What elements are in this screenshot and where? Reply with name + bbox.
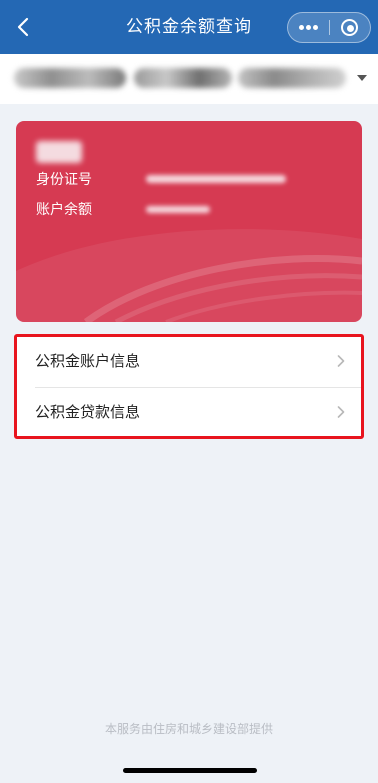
miniprogram-capsule xyxy=(287,12,371,43)
chevron-right-icon xyxy=(337,355,345,367)
provident-account-info-label: 公积金账户信息 xyxy=(35,352,141,370)
redacted-balance xyxy=(146,206,210,213)
chevron-right-icon xyxy=(337,406,345,418)
more-button[interactable] xyxy=(288,13,329,42)
account-card: 身份证号 账户余额 xyxy=(16,121,362,322)
id-number-label: 身份证号 xyxy=(36,172,92,188)
redacted-account-text xyxy=(14,68,126,88)
redacted-id-number xyxy=(146,175,286,183)
caret-down-icon xyxy=(357,75,367,81)
close-button[interactable] xyxy=(330,13,370,42)
service-provider-note: 本服务由住房和城乡建设部提供 xyxy=(104,722,273,736)
balance-label: 账户余额 xyxy=(36,202,92,218)
info-menu: 公积金账户信息 公积金贷款信息 xyxy=(14,334,364,439)
nav-bar: 公积金余额查询 xyxy=(0,0,378,54)
chevron-left-icon xyxy=(17,17,29,37)
provident-loan-info-item[interactable]: 公积金贷款信息 xyxy=(17,388,361,437)
redacted-holder-name xyxy=(36,141,82,163)
home-indicator[interactable] xyxy=(123,768,257,773)
account-selector[interactable] xyxy=(0,54,378,104)
provident-account-info-item[interactable]: 公积金账户信息 xyxy=(17,337,361,386)
more-dots-icon xyxy=(299,25,304,30)
provident-loan-info-label: 公积金贷款信息 xyxy=(35,403,141,421)
back-button[interactable] xyxy=(10,13,38,41)
